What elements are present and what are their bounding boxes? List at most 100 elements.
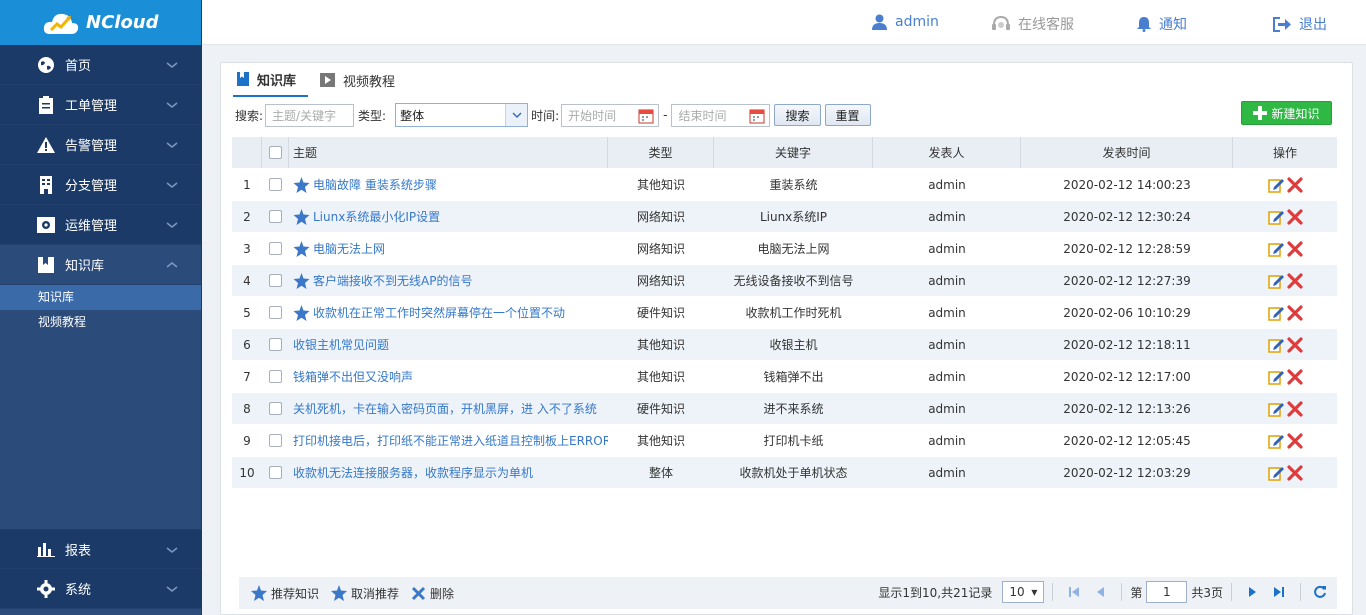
table-row[interactable]: 8 关机死机，卡在输入密码页面，开机黑屏，进 入不了系统 硬件知识 进不来系统 admi… <box>232 393 1337 425</box>
delete-icon[interactable] <box>1286 208 1303 225</box>
edit-icon[interactable] <box>1267 209 1284 225</box>
delete-icon[interactable] <box>1286 240 1303 257</box>
app-logo[interactable]: NCloud <box>0 0 201 45</box>
row-subject[interactable]: 电脑故障 重装系统步骤 <box>289 169 608 200</box>
delete-icon[interactable] <box>1286 400 1303 417</box>
row-checkbox[interactable] <box>269 274 282 287</box>
sidebar-item-branches[interactable]: 分支管理 <box>0 165 201 205</box>
tab-knowledge[interactable]: 知识库 <box>233 63 309 97</box>
delete-icon[interactable] <box>1286 304 1303 321</box>
end-date-input[interactable]: 结束时间 <box>671 103 771 127</box>
sidebar-item-alerts[interactable]: 告警管理 <box>0 125 201 165</box>
delete-icon[interactable] <box>1286 464 1303 481</box>
refresh-icon[interactable] <box>1313 585 1327 599</box>
sidebar-item-ops[interactable]: 运维管理 <box>0 205 201 245</box>
search-input[interactable]: 主题/关键字 <box>265 103 355 127</box>
row-subject-link[interactable]: 客户端接收不到无线AP的信号 <box>313 272 472 289</box>
row-checkbox[interactable] <box>269 210 282 223</box>
row-subject[interactable]: 电脑无法上网 <box>289 233 608 264</box>
start-date-input[interactable]: 开始时间 <box>561 103 660 127</box>
search-button[interactable]: 搜索 <box>774 104 821 126</box>
delete-button[interactable]: 删除 <box>411 585 454 602</box>
reset-button[interactable]: 重置 <box>824 104 871 126</box>
row-subject-link[interactable]: 电脑故障 重装系统步骤 <box>313 176 437 193</box>
edit-icon[interactable] <box>1267 369 1284 385</box>
delete-icon[interactable] <box>1286 368 1303 385</box>
edit-icon[interactable] <box>1267 241 1284 257</box>
row-checkbox[interactable] <box>269 466 282 479</box>
row-subject-link[interactable]: 收款机无法连接服务器，收款程序显示为单机 <box>293 464 533 481</box>
calendar-icon[interactable] <box>638 108 654 124</box>
header-keyword[interactable]: 关键字 <box>714 137 873 168</box>
delete-icon[interactable] <box>1286 432 1303 449</box>
row-subject[interactable]: 客户端接收不到无线AP的信号 <box>289 265 608 296</box>
row-subject[interactable]: 打印机接电后，打印纸不能正常进入纸道且控制板上ERROR <box>289 425 608 456</box>
row-checkbox[interactable] <box>269 402 282 415</box>
last-page-icon[interactable] <box>1272 585 1286 599</box>
first-page-icon[interactable] <box>1067 585 1081 599</box>
delete-icon[interactable] <box>1286 272 1303 289</box>
row-checkbox[interactable] <box>269 338 282 351</box>
sidebar-item-system[interactable]: 系统 <box>0 569 201 609</box>
row-checkbox[interactable] <box>269 434 282 447</box>
header-time[interactable]: 发表时间 <box>1021 137 1233 168</box>
new-knowledge-button[interactable]: 新建知识 <box>1241 101 1332 125</box>
sidebar-item-reports[interactable]: 报表 <box>0 529 201 569</box>
row-subject-link[interactable]: 打印机接电后，打印纸不能正常进入纸道且控制板上ERROR <box>293 432 608 449</box>
edit-icon[interactable] <box>1267 305 1284 321</box>
table-row[interactable]: 9 打印机接电后，打印纸不能正常进入纸道且控制板上ERROR 其他知识 打印机卡纸 ad… <box>232 425 1337 457</box>
table-row[interactable]: 4 客户端接收不到无线AP的信号 网络知识 无线设备接收不到信号 admin 2020-0… <box>232 265 1337 297</box>
row-subject[interactable]: 钱箱弹不出但又没响声 <box>289 361 608 392</box>
row-subject[interactable]: Liunx系统最小化IP设置 <box>289 201 608 232</box>
table-row[interactable]: 1 电脑故障 重装系统步骤 其他知识 重装系统 admin 2020-02-12 14:0… <box>232 169 1337 201</box>
row-subject-link[interactable]: 收银主机常见问题 <box>293 336 389 353</box>
table-row[interactable]: 10 收款机无法连接服务器，收款程序显示为单机 整体 收款机处于单机状态 admin 20… <box>232 457 1337 489</box>
row-checkbox[interactable] <box>269 178 282 191</box>
edit-icon[interactable] <box>1267 337 1284 353</box>
delete-icon[interactable] <box>1286 336 1303 353</box>
prev-page-icon[interactable] <box>1093 585 1107 599</box>
row-subject-link[interactable]: 收款机在正常工作时突然屏幕停在一个位置不动 <box>313 304 565 321</box>
edit-icon[interactable] <box>1267 177 1284 193</box>
sidebar-subitem-knowledge[interactable]: 知识库 <box>0 285 201 310</box>
user-menu[interactable]: admin <box>872 14 939 30</box>
row-checkbox[interactable] <box>269 370 282 383</box>
sidebar-item-tickets[interactable]: 工单管理 <box>0 85 201 125</box>
row-subject[interactable]: 收款机在正常工作时突然屏幕停在一个位置不动 <box>289 297 608 328</box>
calendar-icon[interactable] <box>749 108 765 124</box>
row-subject-link[interactable]: 关机死机，卡在输入密码页面，开机黑屏，进 入不了系统 <box>293 400 597 417</box>
select-all-checkbox[interactable] <box>268 146 282 159</box>
row-subject-link[interactable]: 钱箱弹不出但又没响声 <box>293 368 413 385</box>
edit-icon[interactable] <box>1267 273 1284 289</box>
row-subject-link[interactable]: 电脑无法上网 <box>313 240 385 257</box>
sidebar-subitem-videos[interactable]: 视频教程 <box>0 310 201 335</box>
row-checkbox[interactable] <box>269 242 282 255</box>
header-type[interactable]: 类型 <box>608 137 714 168</box>
notification-link[interactable]: 通知 <box>1137 14 1187 34</box>
table-row[interactable]: 7 钱箱弹不出但又没响声 其他知识 钱箱弹不出 admin 2020-02-12 12:1… <box>232 361 1337 393</box>
next-page-icon[interactable] <box>1246 585 1260 599</box>
table-row[interactable]: 6 收银主机常见问题 其他知识 收银主机 admin 2020-02-12 12:18:1… <box>232 329 1337 361</box>
recommend-button[interactable]: 推荐知识 <box>251 585 319 602</box>
row-subject[interactable]: 关机死机，卡在输入密码页面，开机黑屏，进 入不了系统 <box>289 393 608 424</box>
page-number-input[interactable]: 1 <box>1146 581 1188 603</box>
sidebar-item-knowledge[interactable]: 知识库 <box>0 245 201 285</box>
delete-icon[interactable] <box>1286 176 1303 193</box>
row-checkbox[interactable] <box>269 306 282 319</box>
table-row[interactable]: 2 Liunx系统最小化IP设置 网络知识 Liunx系统IP admin 2020-02… <box>232 201 1337 233</box>
row-subject[interactable]: 收银主机常见问题 <box>289 329 608 360</box>
page-size-select[interactable]: 10 ▾ <box>1002 581 1045 603</box>
header-subject[interactable]: 主题 <box>289 137 608 168</box>
logout-link[interactable]: 退出 <box>1273 14 1327 34</box>
edit-icon[interactable] <box>1267 433 1284 449</box>
sidebar-item-home[interactable]: 首页 <box>0 45 201 85</box>
tab-videos[interactable]: 视频教程 <box>316 63 407 97</box>
type-select[interactable]: 整体 <box>395 103 529 127</box>
unrecommend-button[interactable]: 取消推荐 <box>331 585 399 602</box>
online-service-link[interactable]: 在线客服 <box>992 14 1074 34</box>
table-row[interactable]: 3 电脑无法上网 网络知识 电脑无法上网 admin 2020-02-12 12:28:5… <box>232 233 1337 265</box>
table-row[interactable]: 5 收款机在正常工作时突然屏幕停在一个位置不动 硬件知识 收款机工作时死机 admin 2… <box>232 297 1337 329</box>
edit-icon[interactable] <box>1267 465 1284 481</box>
header-author[interactable]: 发表人 <box>873 137 1021 168</box>
edit-icon[interactable] <box>1267 401 1284 417</box>
